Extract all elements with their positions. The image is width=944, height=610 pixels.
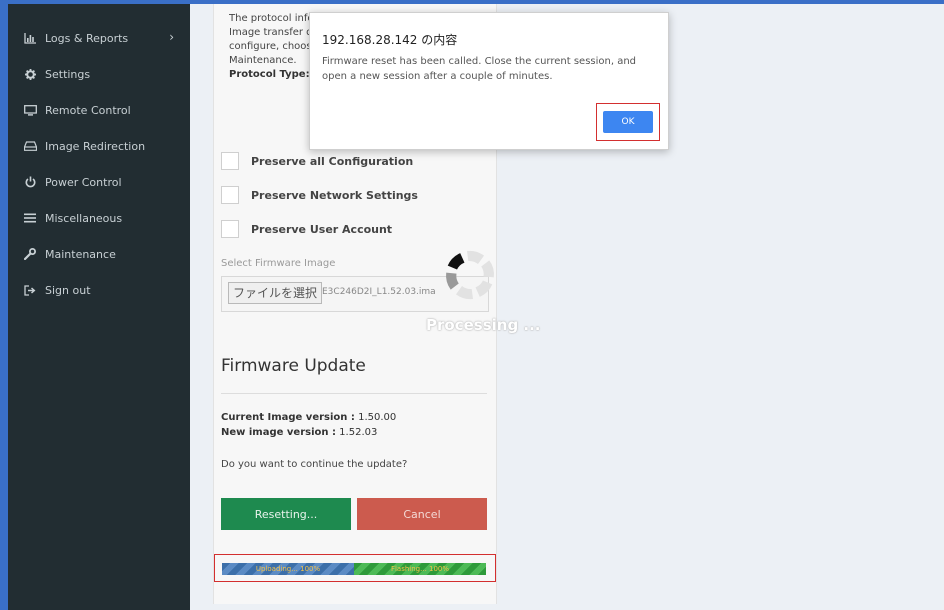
power-icon bbox=[23, 176, 37, 188]
bar-chart-icon bbox=[23, 32, 37, 44]
loading-spinner-icon bbox=[446, 250, 494, 300]
protocol-info-text: The protocol info Image transfer d confi… bbox=[229, 13, 309, 80]
current-image-version: Current Image version : 1.50.00 bbox=[221, 412, 397, 423]
uploading-progress-bar: Uploading... 100% bbox=[222, 563, 354, 575]
sidebar-item-power-control[interactable]: Power Control bbox=[8, 167, 190, 197]
sidebar-item-logs-reports[interactable]: Logs & Reports › bbox=[8, 23, 190, 53]
sidebar: Logs & Reports › Settings Remote Control… bbox=[8, 4, 190, 610]
preserve-network-settings-option[interactable]: Preserve Network Settings bbox=[221, 186, 418, 204]
sidebar-item-maintenance[interactable]: Maintenance bbox=[8, 239, 190, 269]
ok-button[interactable]: OK bbox=[603, 111, 653, 133]
section-divider bbox=[221, 393, 487, 394]
sidebar-item-label: Maintenance bbox=[45, 247, 116, 261]
sidebar-item-label: Sign out bbox=[45, 283, 91, 297]
cancel-button[interactable]: Cancel bbox=[357, 498, 487, 530]
sidebar-item-label: Miscellaneous bbox=[45, 211, 123, 225]
sign-out-icon bbox=[23, 284, 37, 296]
sidebar-item-remote-control[interactable]: Remote Control bbox=[8, 95, 190, 125]
dialog-message: Firmware reset has been called. Close th… bbox=[322, 56, 637, 82]
flashing-progress-bar: Flashing... 100% bbox=[354, 563, 486, 575]
sidebar-item-label: Image Redirection bbox=[45, 139, 146, 153]
protocol-type-label: Protocol Type: bbox=[229, 69, 309, 80]
menu-icon bbox=[23, 213, 37, 223]
progress-highlight: Uploading... 100% Flashing... 100% bbox=[214, 554, 496, 582]
preserve-user-account-option[interactable]: Preserve User Account bbox=[221, 220, 392, 238]
choose-file-button[interactable]: ファイルを選択 bbox=[228, 282, 323, 304]
select-firmware-label: Select Firmware Image bbox=[221, 258, 336, 269]
new-image-version: New image version : 1.52.03 bbox=[221, 427, 378, 438]
wrench-icon bbox=[23, 248, 37, 260]
preserve-user-account-checkbox[interactable] bbox=[221, 220, 239, 238]
drive-icon bbox=[23, 141, 37, 151]
alert-dialog: 192.168.28.142 の内容 Firmware reset has be… bbox=[309, 12, 669, 150]
dialog-title: 192.168.28.142 の内容 bbox=[322, 33, 458, 47]
preserve-network-settings-checkbox[interactable] bbox=[221, 186, 239, 204]
resetting-button[interactable]: Resetting... bbox=[221, 498, 351, 530]
preserve-all-configuration-checkbox[interactable] bbox=[221, 152, 239, 170]
sidebar-item-label: Logs & Reports bbox=[45, 31, 129, 45]
file-name-text: E3C246D2I_L1.52.03.ima bbox=[322, 287, 436, 297]
progress-bar: Uploading... 100% Flashing... 100% bbox=[222, 563, 486, 575]
gear-icon bbox=[23, 68, 37, 80]
sidebar-item-label: Power Control bbox=[45, 175, 122, 189]
ok-button-highlight: OK bbox=[596, 103, 660, 141]
chevron-right-icon: › bbox=[169, 30, 174, 44]
processing-text: Processing ... bbox=[426, 316, 541, 334]
sidebar-item-miscellaneous[interactable]: Miscellaneous bbox=[8, 203, 190, 233]
sidebar-item-settings[interactable]: Settings bbox=[8, 59, 190, 89]
sidebar-item-sign-out[interactable]: Sign out bbox=[8, 275, 190, 305]
continue-update-question: Do you want to continue the update? bbox=[221, 459, 408, 470]
firmware-update-title: Firmware Update bbox=[221, 356, 366, 376]
sidebar-item-label: Remote Control bbox=[45, 103, 131, 117]
preserve-all-configuration-option[interactable]: Preserve all Configuration bbox=[221, 152, 413, 170]
monitor-icon bbox=[23, 104, 37, 116]
window-frame-left bbox=[0, 0, 8, 610]
sidebar-item-image-redirection[interactable]: Image Redirection bbox=[8, 131, 190, 161]
sidebar-item-label: Settings bbox=[45, 67, 91, 81]
